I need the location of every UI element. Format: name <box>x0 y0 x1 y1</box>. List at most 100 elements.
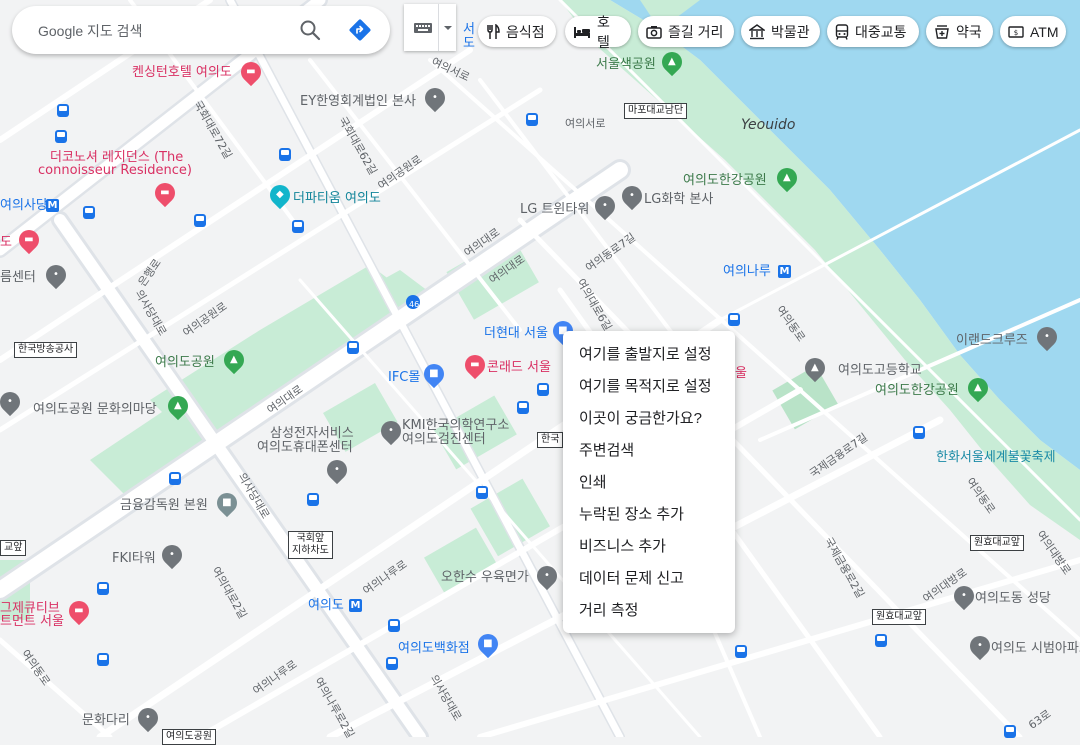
place-label[interactable]: 여의도공원 문화의마당 <box>33 402 157 418</box>
bus-stop-icon[interactable] <box>913 426 925 439</box>
menu-item-report-data-problem[interactable]: 데이터 문제 신고 <box>563 563 735 595</box>
input-tools <box>404 4 456 51</box>
metro-label[interactable]: 여의사당 <box>0 198 48 214</box>
place-label[interactable]: 울 <box>735 366 747 382</box>
chip-label: 박물관 <box>771 23 810 40</box>
place-label[interactable]: 켄싱턴호텔 여의도 <box>132 65 232 81</box>
place-label[interactable]: 도 <box>463 36 475 52</box>
place-label[interactable]: 여의도백화점 <box>398 641 470 657</box>
place-label[interactable]: 한화서울세계불꽃축제 <box>936 450 1056 466</box>
bus-stop-icon[interactable] <box>526 113 538 126</box>
place-label[interactable]: LG 트윈타워 <box>520 202 589 218</box>
chip-hotels[interactable]: 호텔 <box>565 14 631 50</box>
place-label[interactable]: 여의도동 성당 <box>975 591 1051 607</box>
atm-icon: $ <box>1008 25 1024 38</box>
place-label[interactable]: 여의도고등학교 <box>838 363 922 379</box>
bus-stop-icon[interactable] <box>875 634 887 647</box>
bus-stop-icon[interactable] <box>57 104 69 117</box>
bus-stop-label[interactable]: 국회앞 지하차도 <box>288 531 333 559</box>
menu-item-set-destination[interactable]: 여기를 목적지로 설정 <box>563 371 735 403</box>
chip-transit[interactable]: 대중교통 <box>827 16 919 47</box>
menu-item-print[interactable]: 인쇄 <box>563 467 735 499</box>
place-label[interactable]: 금융감독원 본원 <box>120 498 208 514</box>
menu-item-add-business[interactable]: 비즈니스 추가 <box>563 531 735 563</box>
place-label[interactable]: 여의도한강공원 <box>875 383 959 399</box>
chip-atm[interactable]: $ ATM <box>1000 16 1066 47</box>
bus-stop-icon[interactable] <box>292 220 304 233</box>
metro-icon[interactable]: M <box>778 265 791 278</box>
place-label[interactable]: 여의도휴대폰센터 <box>257 440 353 456</box>
menu-item-search-nearby[interactable]: 주변검색 <box>563 435 735 467</box>
place-label[interactable]: 도 <box>0 235 12 251</box>
bus-stop-icon[interactable] <box>83 206 95 219</box>
bus-stop-icon[interactable] <box>537 383 549 396</box>
bus-stop-icon[interactable] <box>169 472 181 485</box>
place-label[interactable]: 트먼트 서울 <box>0 614 64 630</box>
place-label[interactable]: 문화다리 <box>82 713 130 729</box>
bus-stop-label[interactable]: 여의도공원 <box>162 729 216 745</box>
pharmacy-icon <box>935 24 949 39</box>
bus-stop-icon[interactable] <box>728 313 740 326</box>
chip-label: 호텔 <box>597 13 610 50</box>
bus-stop-label[interactable]: 원효대교앞 <box>970 535 1024 551</box>
place-label[interactable]: 오한수 우육면가 <box>441 570 529 586</box>
search-input[interactable] <box>36 18 280 44</box>
bus-stop-icon[interactable] <box>1004 725 1016 738</box>
place-label[interactable]: 이랜드크루즈 <box>956 333 1028 349</box>
menu-item-add-missing-place[interactable]: 누락된 장소 추가 <box>563 499 735 531</box>
place-label[interactable]: FKI타워 <box>112 551 156 567</box>
bus-stop-icon[interactable] <box>388 619 400 632</box>
chip-label: 약국 <box>956 23 982 40</box>
metro-label[interactable]: 여의도 <box>308 598 344 614</box>
place-label[interactable]: 여의도 시범아파트 <box>991 641 1080 657</box>
place-label[interactable]: 콘래드 서울 <box>487 360 551 376</box>
place-label[interactable]: 여의도공원 <box>155 355 215 371</box>
place-label[interactable]: EY한영회계법인 본사 <box>300 94 416 110</box>
bus-stop-icon[interactable] <box>97 582 109 595</box>
bus-stop-icon[interactable] <box>735 645 747 658</box>
chip-pharmacies[interactable]: 약국 <box>926 16 993 47</box>
place-label[interactable]: 더파티움 여의도 <box>293 191 381 207</box>
bus-stop-icon[interactable] <box>347 341 359 354</box>
bus-stop-icon[interactable] <box>517 401 529 414</box>
bus-stop-label[interactable]: 한국방송공사 <box>14 342 78 358</box>
place-label[interactable]: 여의도한강공원 <box>683 173 767 189</box>
metro-icon[interactable]: M <box>349 599 362 612</box>
museum-icon <box>749 23 765 39</box>
chip-label: ATM <box>1030 23 1059 40</box>
chip-restaurants[interactable]: 음식점 <box>478 16 556 47</box>
context-menu: 여기를 출발지로 설정 여기를 목적지로 설정 이곳이 궁금한가요? 주변검색 … <box>563 331 735 633</box>
chevron-down-icon[interactable] <box>442 18 454 38</box>
bus-stop-icon[interactable] <box>279 148 291 161</box>
bus-stop-icon[interactable] <box>386 657 398 670</box>
bus-stop-icon[interactable] <box>307 493 319 506</box>
chip-label: 대중교통 <box>855 23 907 40</box>
place-label[interactable]: 여의도검진센터 <box>402 432 486 448</box>
place-label[interactable]: 름센터 <box>0 270 36 286</box>
bus-stop-icon[interactable] <box>476 486 488 499</box>
chip-museums[interactable]: 박물관 <box>741 16 820 47</box>
menu-item-whats-here[interactable]: 이곳이 궁금한가요? <box>563 403 735 435</box>
directions-icon[interactable] <box>348 18 372 42</box>
keyboard-icon[interactable] <box>412 18 434 38</box>
place-label[interactable]: LG화학 본사 <box>644 192 713 208</box>
menu-item-set-origin[interactable]: 여기를 출발지로 설정 <box>563 339 735 371</box>
place-label[interactable]: 서울색공원 <box>596 57 656 73</box>
bus-stop-icon[interactable] <box>194 214 206 227</box>
route-number: 46 <box>409 300 420 309</box>
bus-stop-label[interactable]: 한국 <box>537 432 564 448</box>
road-label: 여의서로 <box>565 117 606 130</box>
metro-label[interactable]: 여의나루 <box>723 264 771 280</box>
bus-stop-label[interactable]: 마포대교남단 <box>624 103 688 119</box>
search-icon[interactable] <box>298 18 322 42</box>
bus-stop-icon[interactable] <box>55 130 67 143</box>
bus-stop-label[interactable]: 교앞 <box>0 540 27 556</box>
chip-things-to-do[interactable]: 즐길 거리 <box>638 16 734 47</box>
place-label[interactable]: IFC몰 <box>388 370 420 386</box>
place-label[interactable]: 더현대 서울 <box>484 326 548 342</box>
metro-icon[interactable]: M <box>46 199 59 212</box>
place-label[interactable]: connoisseur Residence) <box>38 163 192 179</box>
bus-stop-icon[interactable] <box>97 653 109 666</box>
bus-stop-label[interactable]: 원효대교앞 <box>872 609 926 625</box>
menu-item-measure-distance[interactable]: 거리 측정 <box>563 595 735 627</box>
